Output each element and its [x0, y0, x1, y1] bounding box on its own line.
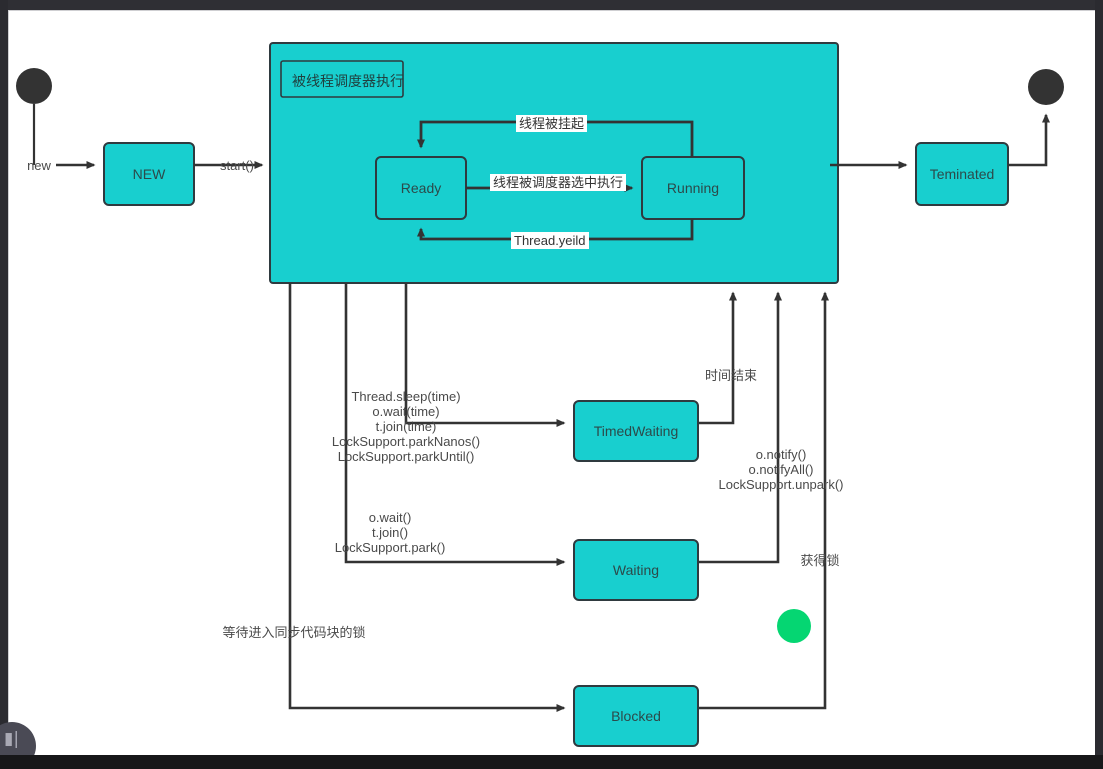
- edge-label-yield: Thread.yeild: [511, 232, 589, 249]
- state-label-new: NEW: [132, 166, 166, 182]
- edge-label-to-blocked: 等待进入同步代码块的锁: [222, 625, 366, 640]
- edge-time-up: [698, 291, 737, 425]
- edge-notified: [698, 291, 782, 564]
- state-label-timedwaiting: TimedWaiting: [593, 423, 679, 439]
- app-tray-glyph: ▮|: [4, 729, 20, 749]
- edge-lock-acquired: [698, 291, 829, 710]
- screen: 被线程调度器执行 NEW Ready Running Teminated Tim…: [0, 0, 1103, 769]
- end-node: [1028, 69, 1064, 105]
- edge-label-scheduled: 线程被调度器选中执行: [490, 174, 627, 191]
- state-label-ready: Ready: [400, 180, 442, 196]
- diagram-canvas[interactable]: 被线程调度器执行 NEW Ready Running Teminated Tim…: [8, 10, 1095, 755]
- green-cursor-dot: [777, 609, 811, 643]
- edge-label-notified: o.notify() o.notifyAll() LockSupport.unp…: [718, 447, 844, 492]
- edge-label-to-waiting: o.wait() t.join() LockSupport.park(): [334, 510, 446, 555]
- window-frame-right: [1095, 0, 1103, 769]
- edge-label-start: start(): [220, 158, 254, 173]
- state-label-terminated: Teminated: [929, 166, 995, 182]
- state-label-blocked: Blocked: [611, 708, 661, 724]
- edge-end: [1008, 113, 1050, 167]
- edge-label-suspend: 线程被挂起: [516, 115, 588, 132]
- edge-label-time-up: 时间结束: [704, 368, 757, 383]
- state-label-running: Running: [666, 180, 720, 196]
- window-frame-top: [0, 0, 1103, 10]
- state-label-waiting: Waiting: [612, 562, 660, 578]
- edge-label-lock-acquired: 获得锁: [800, 553, 840, 568]
- start-node: [16, 68, 52, 104]
- edge-to-blocked: [288, 283, 566, 712]
- window-frame-bottom: [0, 755, 1103, 769]
- window-frame-left: [0, 0, 8, 769]
- edge-label-to-timedwaiting: Thread.sleep(time) o.wait(time) t.join(t…: [331, 389, 481, 464]
- edge-label-new: new: [27, 158, 51, 173]
- panel-title-label: 被线程调度器执行: [292, 74, 404, 90]
